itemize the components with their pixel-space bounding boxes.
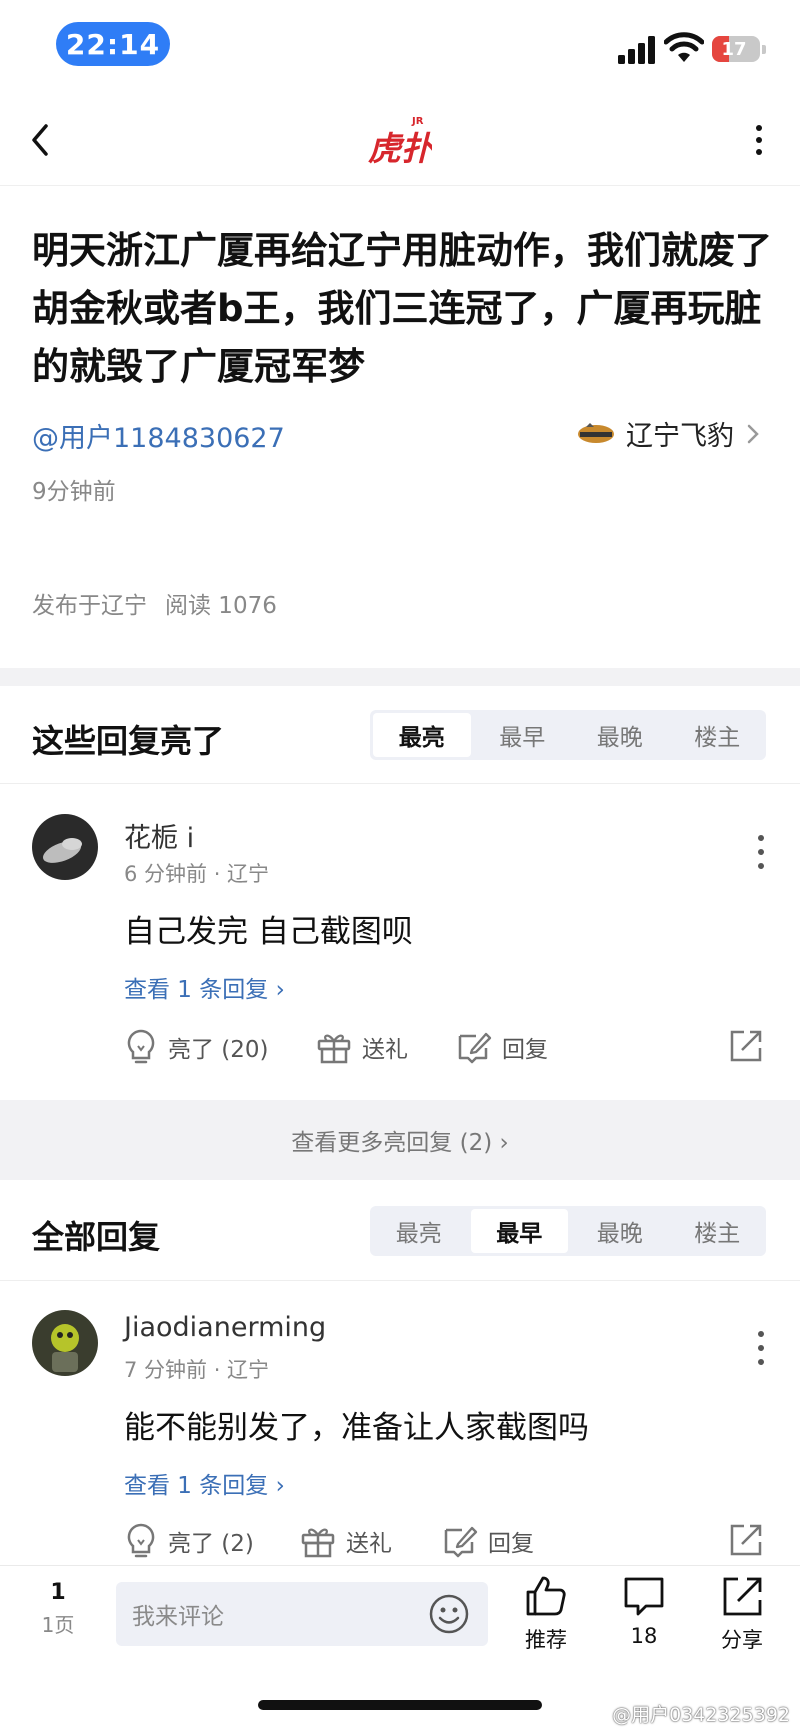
status-time: 22:14: [56, 22, 170, 66]
avatar[interactable]: [32, 814, 98, 880]
share-label: 分享: [721, 1628, 763, 1652]
comments-button[interactable]: 18: [604, 1574, 684, 1648]
hupu-logo: JR 虎扑: [368, 112, 437, 168]
section-divider: [0, 668, 800, 686]
more-vertical-icon[interactable]: [755, 1328, 767, 1368]
publish-info: 发布于辽宁 阅读 1076: [32, 586, 277, 620]
thumbs-up-icon: [526, 1576, 566, 1616]
nav-bar: JR 虎扑: [0, 96, 800, 186]
comment-username[interactable]: Jiaodianerming: [124, 1312, 326, 1343]
emoji-icon[interactable]: [428, 1593, 470, 1635]
tab-brightest[interactable]: 最亮: [373, 713, 471, 757]
chevron-right-icon: [747, 424, 759, 443]
view-replies-link[interactable]: 查看 1 条回复 ›: [124, 970, 285, 1004]
gift-button[interactable]: 送礼: [300, 1516, 392, 1566]
reply-button[interactable]: 回复: [456, 1022, 548, 1072]
light-count: 亮了 (20): [168, 1037, 269, 1063]
comments-count: 18: [630, 1624, 658, 1648]
chevron-left-icon[interactable]: [26, 120, 56, 160]
battery-icon: 17: [712, 36, 766, 62]
reply-label: 回复: [502, 1037, 548, 1063]
svg-text:JR: JR: [411, 116, 424, 127]
gift-label: 送礼: [346, 1531, 392, 1557]
comment-meta: 7 分钟前 · 辽宁: [124, 1358, 270, 1382]
tab-earliest[interactable]: 最早: [470, 1209, 568, 1253]
comment-actions: 亮了 (20) 送礼 回复: [124, 1022, 764, 1072]
light-button[interactable]: 亮了 (2): [124, 1516, 254, 1566]
bright-replies-title: 这些回复亮了: [32, 722, 225, 760]
gift-button[interactable]: 送礼: [316, 1022, 408, 1072]
share-icon[interactable]: [728, 1028, 764, 1064]
tab-latest[interactable]: 最晚: [571, 710, 669, 760]
reply-edit-icon: [458, 1032, 492, 1064]
light-button[interactable]: 亮了 (20): [124, 1022, 269, 1072]
light-count: 亮了 (2): [168, 1531, 254, 1557]
share-icon: [723, 1577, 762, 1616]
more-bright-replies-button[interactable]: 查看更多亮回复 (2) ›: [0, 1100, 800, 1180]
tab-brightest[interactable]: 最亮: [370, 1206, 468, 1256]
all-sort-tabs: 最亮 最早 最晚 楼主: [370, 1206, 766, 1256]
svg-text:虎扑: 虎扑: [368, 129, 432, 168]
wifi-icon: [664, 32, 704, 62]
recommend-button[interactable]: 推荐: [506, 1574, 586, 1654]
page-number: 1: [50, 1580, 66, 1605]
gift-icon: [317, 1034, 351, 1064]
publish-location: 发布于辽宁: [32, 593, 147, 619]
team-logo-icon: [578, 422, 614, 443]
divider: [0, 783, 800, 784]
tab-latest[interactable]: 最晚: [571, 1206, 669, 1256]
divider: [0, 1280, 800, 1281]
post-time: 9分钟前: [32, 479, 116, 505]
status-bar: 22:14 17: [0, 0, 800, 88]
page-indicator[interactable]: 1 1页: [28, 1580, 88, 1638]
tab-op[interactable]: 楼主: [669, 710, 767, 760]
reply-edit-icon: [444, 1526, 478, 1558]
recommend-label: 推荐: [525, 1628, 567, 1652]
avatar-image: [32, 814, 98, 880]
battery-level: 17: [721, 38, 747, 60]
tab-op[interactable]: 楼主: [669, 1206, 767, 1256]
avatar-image: [32, 1310, 98, 1376]
author-link[interactable]: @用户1184830627: [32, 416, 285, 455]
comment-username[interactable]: 花栀 i: [124, 816, 194, 855]
reply-label: 回复: [488, 1531, 534, 1557]
gift-icon: [301, 1528, 335, 1558]
watermark: @用户0342325392: [612, 1704, 790, 1726]
more-vertical-icon[interactable]: [746, 122, 772, 158]
read-count: 阅读 1076: [165, 593, 277, 619]
view-replies-link[interactable]: 查看 1 条回复 ›: [124, 1466, 285, 1500]
comment-bubble-icon: [624, 1577, 664, 1616]
post-title: 明天浙江广厦再给辽宁用脏动作，我们就废了胡金秋或者b王，我们三连冠了，广厦再玩脏…: [32, 229, 772, 388]
share-button[interactable]: 分享: [702, 1574, 782, 1654]
more-vertical-icon[interactable]: [755, 832, 767, 872]
team-name: 辽宁飞豹: [626, 421, 734, 452]
comment-actions: 亮了 (2) 送礼 回复: [124, 1516, 764, 1566]
lightbulb-icon: [127, 1523, 155, 1558]
team-link[interactable]: 辽宁飞豹: [576, 414, 762, 453]
lightbulb-icon: [127, 1029, 155, 1064]
comment-body: 自己发完 自己截图呗: [124, 914, 413, 950]
home-indicator[interactable]: [258, 1700, 542, 1710]
all-replies-title: 全部回复: [32, 1218, 161, 1256]
share-icon[interactable]: [728, 1522, 764, 1558]
gift-label: 送礼: [362, 1037, 408, 1063]
page-label: 1页: [41, 1613, 75, 1637]
avatar[interactable]: [32, 1310, 98, 1376]
comment-body: 能不能别发了，准备让人家截图吗: [124, 1410, 589, 1446]
bright-sort-tabs: 最亮 最早 最晚 楼主: [370, 710, 766, 760]
cellular-signal-icon: [618, 36, 655, 64]
comment-meta: 6 分钟前 · 辽宁: [124, 862, 270, 886]
tab-earliest[interactable]: 最早: [474, 710, 572, 760]
reply-button[interactable]: 回复: [442, 1516, 534, 1566]
hupu-logo-icon: JR 虎扑: [368, 116, 437, 168]
